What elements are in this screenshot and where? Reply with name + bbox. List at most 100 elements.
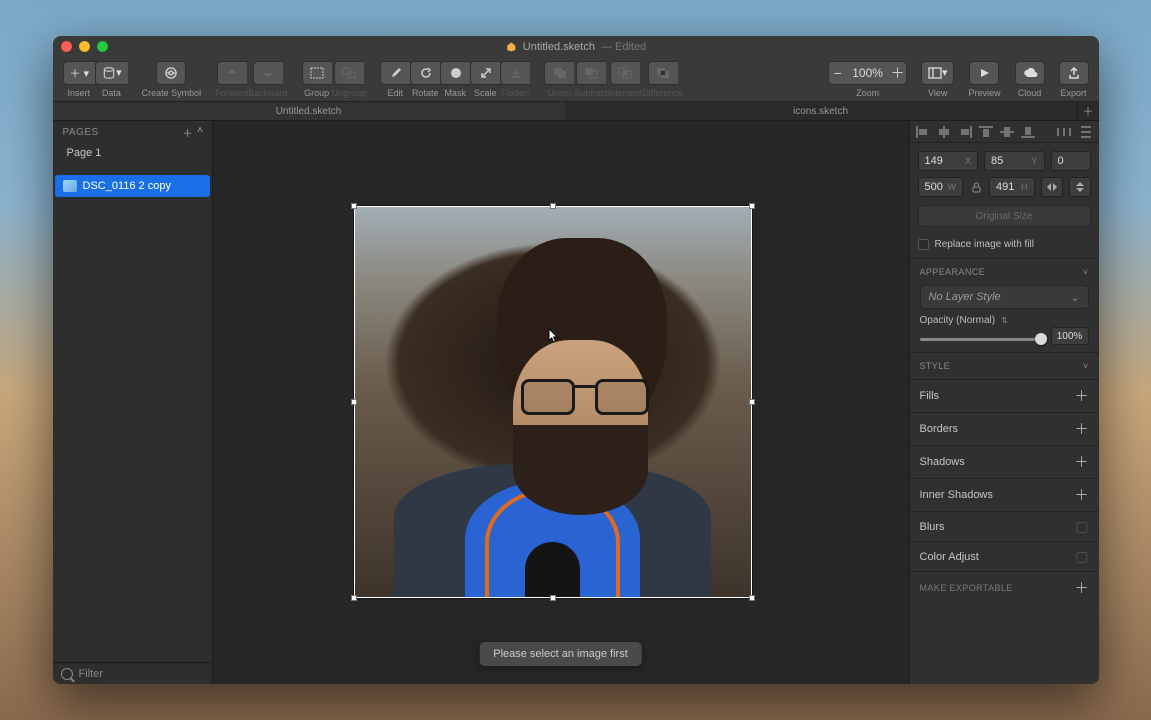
make-exportable-row[interactable]: MAKE EXPORTABLE ＋ <box>910 571 1099 604</box>
original-size-button[interactable]: Original Size <box>918 205 1091 227</box>
export-label: Export <box>1060 88 1086 98</box>
collapse-pages-button[interactable]: ˄ <box>197 125 203 140</box>
subtract-icon <box>584 67 598 79</box>
cloud-button[interactable] <box>1015 61 1045 85</box>
zoom-value[interactable]: 100% <box>852 66 883 80</box>
selection-handle[interactable] <box>749 203 755 209</box>
distribute-h-icon[interactable] <box>1057 126 1071 138</box>
minimize-window-button[interactable] <box>79 41 90 52</box>
toggle-icon[interactable]: ▢ <box>1075 548 1088 565</box>
fullscreen-window-button[interactable] <box>97 41 108 52</box>
zoom-control: − 100% ＋ <box>828 61 907 85</box>
traffic-lights <box>61 41 108 52</box>
shadows-row[interactable]: Shadows＋ <box>910 445 1099 478</box>
group-button[interactable] <box>302 61 332 85</box>
add-icon[interactable]: ＋ <box>1075 578 1089 598</box>
layer-row-selected[interactable]: DSC_0116 2 copy <box>55 175 210 197</box>
selection-handle[interactable] <box>749 399 755 405</box>
layer-filter[interactable]: Filter <box>53 662 212 684</box>
forward-button[interactable] <box>217 61 247 85</box>
backward-button[interactable] <box>253 61 283 85</box>
appearance-header: APPEARANCE <box>920 267 986 277</box>
align-hcenter-icon[interactable] <box>937 126 951 138</box>
replace-image-checkbox[interactable]: Replace image with fill <box>918 235 1091 254</box>
view-icon <box>928 67 942 79</box>
align-bar <box>910 121 1099 143</box>
cloud-label: Cloud <box>1018 88 1042 98</box>
insert-button[interactable]: ＋ ▾ <box>63 61 96 85</box>
align-vcenter-icon[interactable] <box>1000 126 1014 138</box>
zoom-label: Zoom <box>856 88 879 98</box>
y-input[interactable]: Y <box>984 151 1045 171</box>
selection-handle[interactable] <box>550 203 556 209</box>
opacity-slider[interactable] <box>920 332 1045 346</box>
distribute-v-icon[interactable] <box>1079 126 1093 138</box>
flip-horizontal-button[interactable] <box>1041 177 1063 197</box>
rotate-button[interactable] <box>410 61 440 85</box>
width-input[interactable]: W <box>918 177 964 197</box>
page-item-label: Page 1 <box>67 147 102 159</box>
canvas[interactable]: Please select an image first <box>213 121 909 684</box>
blurs-row[interactable]: Blurs▢ <box>910 511 1099 541</box>
union-button[interactable] <box>544 61 574 85</box>
align-left-icon[interactable] <box>916 126 930 138</box>
align-top-icon[interactable] <box>979 126 993 138</box>
add-icon[interactable]: ＋ <box>1075 419 1089 439</box>
scale-button[interactable] <box>470 61 500 85</box>
preview-label: Preview <box>968 88 1000 98</box>
view-button[interactable]: ▾ <box>921 61 955 85</box>
zoom-out-button[interactable]: − <box>828 61 846 85</box>
color-adjust-row[interactable]: Color Adjust▢ <box>910 541 1099 571</box>
create-symbol-button[interactable] <box>156 61 186 85</box>
flip-vertical-button[interactable] <box>1069 177 1091 197</box>
new-tab-button[interactable]: ＋ <box>1077 102 1099 120</box>
selection-handle[interactable] <box>351 595 357 601</box>
data-button[interactable]: ▾ <box>95 61 128 85</box>
intersect-button[interactable] <box>610 61 640 85</box>
align-bottom-icon[interactable] <box>1021 126 1035 138</box>
selection-handle[interactable] <box>351 399 357 405</box>
export-button[interactable] <box>1059 61 1089 85</box>
preview-button[interactable] <box>969 61 999 85</box>
page-item[interactable]: Page 1 <box>53 143 212 163</box>
rotation-input[interactable] <box>1051 151 1091 171</box>
pages-header: PAGES <box>63 127 99 138</box>
edit-button[interactable] <box>380 61 410 85</box>
selection-handle[interactable] <box>351 203 357 209</box>
selection-handle[interactable] <box>550 595 556 601</box>
selection-handle[interactable] <box>749 595 755 601</box>
close-window-button[interactable] <box>61 41 72 52</box>
blend-mode-button[interactable]: ⇅ <box>1001 316 1008 325</box>
mask-button[interactable] <box>440 61 470 85</box>
add-page-button[interactable]: ＋ <box>183 125 194 140</box>
inner-shadows-row[interactable]: Inner Shadows＋ <box>910 478 1099 511</box>
app-window: Untitled.sketch — Edited ＋ ▾Insert ▾Data… <box>53 36 1099 684</box>
align-right-icon[interactable] <box>958 126 972 138</box>
chevron-down-icon[interactable]: ˅ <box>1083 267 1089 277</box>
layer-style-select[interactable]: No Layer Style ⌄ <box>920 285 1089 309</box>
tab-untitled[interactable]: Untitled.sketch <box>53 102 565 120</box>
flatten-button[interactable] <box>500 61 530 85</box>
lock-aspect-button[interactable] <box>969 177 983 197</box>
opacity-value[interactable]: 100% <box>1051 327 1089 345</box>
x-input[interactable]: X <box>918 151 979 171</box>
height-input[interactable]: H <box>989 177 1035 197</box>
subtract-button[interactable] <box>576 61 606 85</box>
fills-row[interactable]: Fills＋ <box>910 379 1099 412</box>
add-icon[interactable]: ＋ <box>1075 485 1089 505</box>
borders-row[interactable]: Borders＋ <box>910 412 1099 445</box>
add-icon[interactable]: ＋ <box>1075 452 1089 472</box>
toggle-icon[interactable]: ▢ <box>1075 518 1088 535</box>
zoom-in-button[interactable]: ＋ <box>889 61 907 85</box>
add-icon[interactable]: ＋ <box>1075 386 1089 406</box>
checkbox-icon <box>918 239 929 250</box>
difference-button[interactable] <box>648 61 678 85</box>
ungroup-label: Ungroup <box>332 88 367 98</box>
flip-h-icon <box>1046 181 1058 193</box>
opacity-label: Opacity (Normal) <box>920 315 996 326</box>
tab-bar: Untitled.sketch icons.sketch ＋ <box>53 102 1099 121</box>
selected-image[interactable] <box>354 206 752 598</box>
chevron-down-icon[interactable]: ˅ <box>1083 361 1089 371</box>
tab-icons[interactable]: icons.sketch <box>565 102 1077 120</box>
ungroup-button[interactable] <box>334 61 364 85</box>
